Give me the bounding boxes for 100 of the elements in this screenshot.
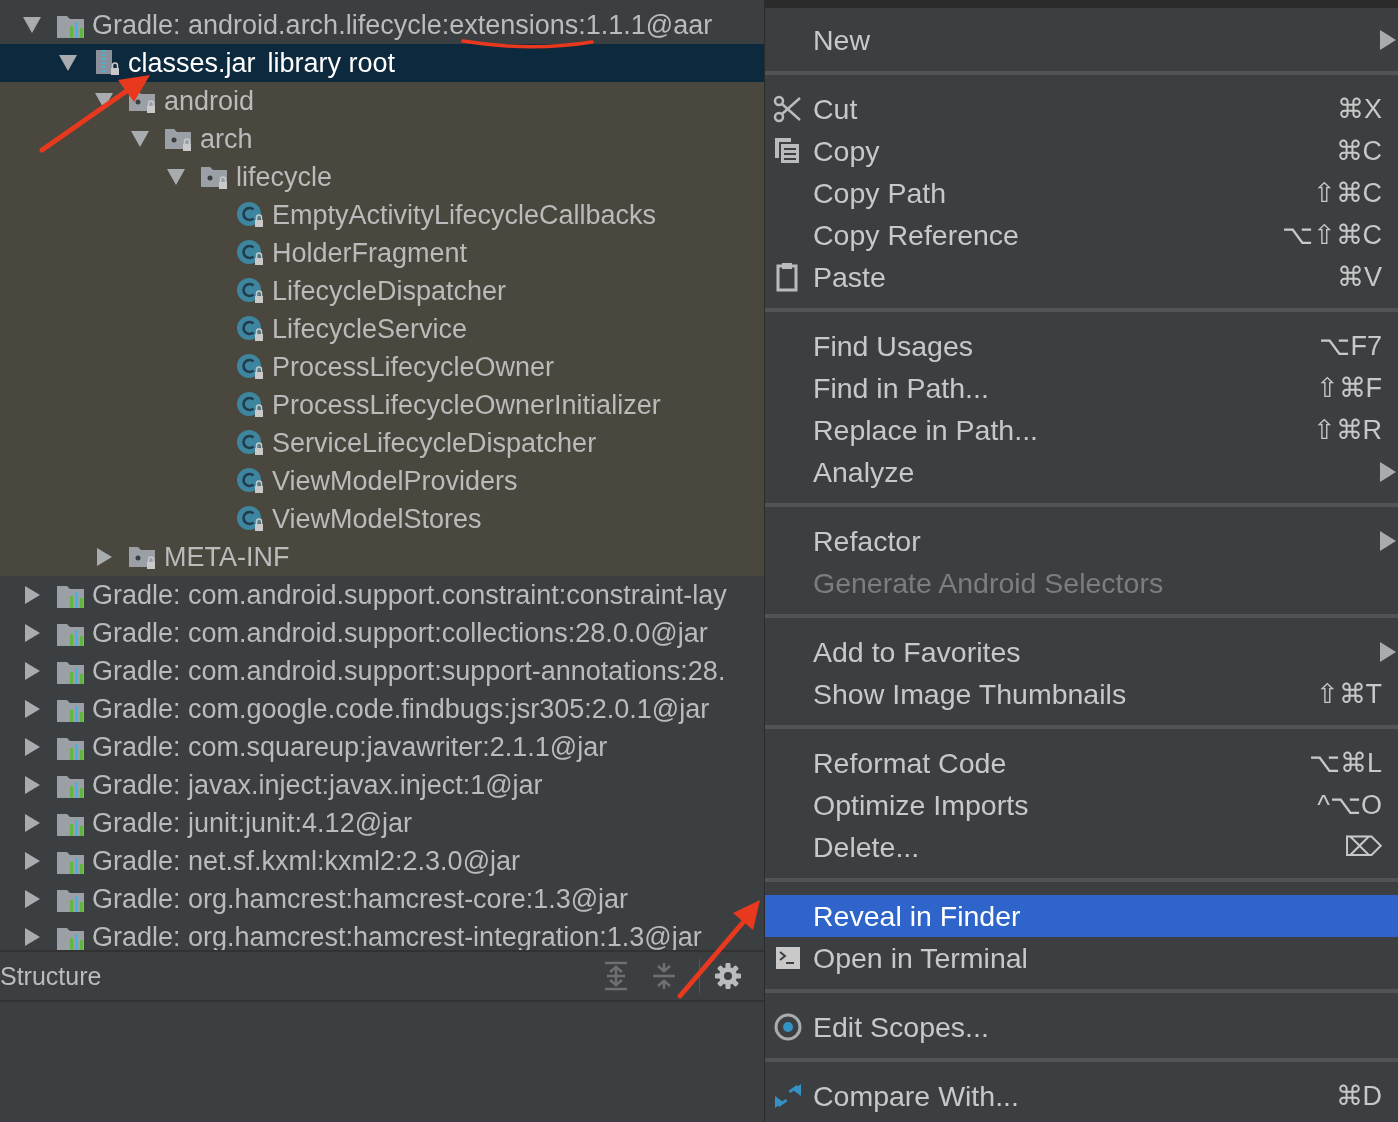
class-icon [236,466,266,496]
menu-item[interactable]: Copy ⌘C [765,130,1398,172]
menu-item[interactable]: Compare With... ⌘D [765,1075,1398,1117]
keyboard-shortcut: ⌥F7 [1319,330,1382,362]
class-icon [236,390,266,420]
disclosure-triangle-icon[interactable] [167,168,185,186]
menu-item[interactable]: Refactor [765,520,1398,562]
class-icon [236,238,266,268]
tree-row[interactable]: android [0,82,764,120]
node-label: Gradle: org.hamcrest:hamcrest-core:1.3@jar [92,883,629,915]
node-label: Gradle: javax.inject:javax.inject:1@jar [92,769,543,801]
keyboard-shortcut: ⌦ [1344,831,1382,863]
tree-row[interactable]: ServiceLifecycleDispatcher [0,424,764,462]
disclosure-triangle-icon[interactable] [59,54,77,72]
compare-arrows-icon [773,1081,803,1111]
tree-row[interactable]: LifecycleDispatcher [0,272,764,310]
tree-row[interactable]: Gradle: com.android.support:support-annotations:28. [0,652,764,690]
node-label: HolderFragment [272,237,468,269]
tree-row[interactable]: ViewModelProviders [0,462,764,500]
scissors-icon [773,94,803,124]
keyboard-shortcut: ⌥⇧⌘C [1281,219,1382,251]
node-label: android [164,85,255,117]
menu-item[interactable]: Show Image Thumbnails ⇧⌘T [765,673,1398,715]
keyboard-shortcut: ⌘V [1337,261,1382,293]
disclosure-triangle-icon[interactable] [23,814,41,832]
menu-item[interactable]: Analyze [765,451,1398,493]
tree-row[interactable]: Gradle: android.arch.lifecycle:extensions:1.1.1@aar [0,6,764,44]
tree-row[interactable]: HolderFragment [0,234,764,272]
class-icon [236,504,266,534]
tree-row[interactable]: ViewModelStores [0,500,764,538]
disclosure-triangle-icon[interactable] [23,776,41,794]
node-label: Gradle: com.squareup:javawriter:2.1.1@jar [92,731,608,763]
disclosure-triangle-icon[interactable] [131,130,149,148]
tree-row[interactable]: Gradle: com.squareup:javawriter:2.1.1@jar [0,728,764,766]
menu-item[interactable]: Cut ⌘X [765,88,1398,130]
tree-row[interactable]: EmptyActivityLifecycleCallbacks [0,196,764,234]
settings-icon[interactable] [714,962,742,990]
menu-item[interactable]: Add to Favorites [765,631,1398,673]
node-label: Gradle: com.google.code.findbugs:jsr305:2.0.1@jar [92,693,710,725]
menu-item[interactable]: Reformat Code ⌥⌘L [765,742,1398,784]
tree-row[interactable]: Gradle: junit:junit:4.12@jar [0,804,764,842]
disclosure-triangle-icon[interactable] [23,738,41,756]
tree-row[interactable]: Gradle: org.hamcrest:hamcrest-core:1.3@jar [0,880,764,918]
tree-row[interactable]: LifecycleService [0,310,764,348]
node-label: arch [200,123,253,155]
keyboard-shortcut: ⌘X [1337,93,1382,125]
disclosure-triangle-icon[interactable] [23,928,41,946]
tree-row[interactable]: classes.jar library root [0,44,764,82]
menu-item[interactable]: Open in Terminal [765,937,1398,979]
tree-row[interactable]: Gradle: com.android.support.constraint:constraint-lay [0,576,764,614]
tree-row[interactable]: Gradle: net.sf.kxml:kxml2:2.3.0@jar [0,842,764,880]
menu-item[interactable]: Reveal in Finder [765,895,1398,937]
menu-item[interactable]: Find in Path... ⇧⌘F [765,367,1398,409]
class-icon [236,200,266,230]
menu-item[interactable]: Paste ⌘V [765,256,1398,298]
menu-item[interactable]: New [765,19,1398,61]
tree-row[interactable]: ProcessLifecycleOwner [0,348,764,386]
menu-item[interactable]: Find Usages ⌥F7 [765,325,1398,367]
menu-item[interactable]: Replace in Path... ⇧⌘R [765,409,1398,451]
menu-item[interactable]: Copy Path ⇧⌘C [765,172,1398,214]
menu-item[interactable]: Copy Reference ⌥⇧⌘C [765,214,1398,256]
tree-row[interactable]: META-INF [0,538,764,576]
keyboard-shortcut: ^⌥O [1317,789,1382,821]
menu-item[interactable]: Delete... ⌦ [765,826,1398,868]
tree-row[interactable]: arch [0,120,764,158]
disclosure-triangle-icon[interactable] [95,548,113,566]
tree-row[interactable]: ProcessLifecycleOwnerInitializer [0,386,764,424]
radio-target-icon [773,1012,803,1042]
keyboard-shortcut: ⇧⌘R [1312,414,1382,446]
disclosure-triangle-icon[interactable] [23,586,41,604]
node-label: LifecycleDispatcher [272,275,507,307]
node-label: lifecycle [236,161,333,193]
node-label: Gradle: com.android.support:collections:28.0.0@jar [92,617,708,649]
disclosure-triangle-icon[interactable] [23,662,41,680]
node-note: library root [267,47,396,79]
panel-title: Structure [0,961,103,991]
disclosure-triangle-icon[interactable] [23,890,41,908]
node-label: Gradle: com.android.support:support-annotations:28. [92,655,726,687]
node-label: ViewModelStores [272,503,482,535]
class-icon [236,276,266,306]
node-label: Gradle: com.android.support.constraint:constraint-lay [92,579,727,611]
tree-row[interactable]: lifecycle [0,158,764,196]
keyboard-shortcut: ⇧⌘F [1315,372,1382,404]
tree-row[interactable]: Gradle: com.android.support:collections:28.0.0@jar [0,614,764,652]
node-label: classes.jar [128,47,256,79]
keyboard-shortcut: ⌥⌘L [1308,747,1382,779]
tree-row[interactable]: Gradle: javax.inject:javax.inject:1@jar [0,766,764,804]
keyboard-shortcut: ⇧⌘C [1312,177,1382,209]
menu-item[interactable]: Edit Scopes... [765,1006,1398,1048]
node-label: LifecycleService [272,313,468,345]
tree-row[interactable]: Gradle: com.google.code.findbugs:jsr305:2.0.1@jar [0,690,764,728]
node-label: ProcessLifecycleOwner [272,351,555,383]
disclosure-triangle-icon[interactable] [23,700,41,718]
node-label: ServiceLifecycleDispatcher [272,427,597,459]
node-label: ViewModelProviders [272,465,518,497]
disclosure-triangle-icon[interactable] [23,852,41,870]
disclosure-triangle-icon[interactable] [23,16,41,34]
menu-item[interactable]: Optimize Imports ^⌥O [765,784,1398,826]
keyboard-shortcut: ⌘C [1335,135,1382,167]
disclosure-triangle-icon[interactable] [23,624,41,642]
